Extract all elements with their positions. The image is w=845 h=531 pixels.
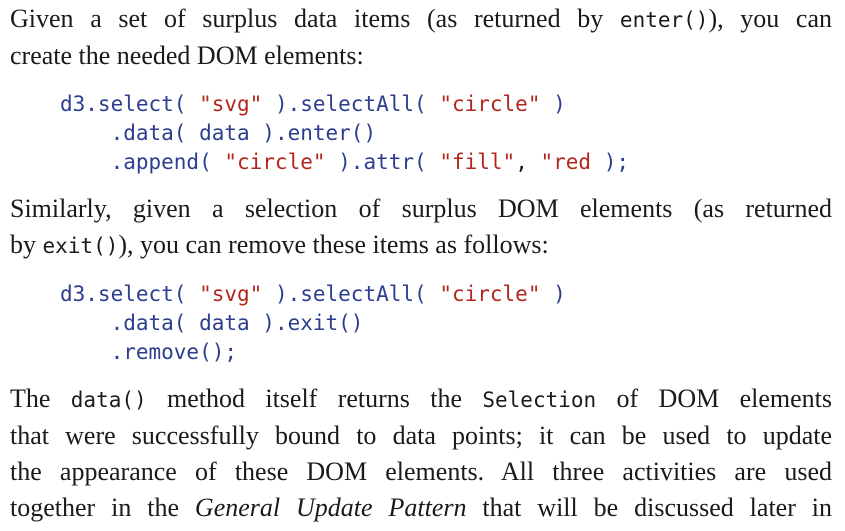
text-run: of DOM elements [596,384,832,413]
code-token: .data( [60,311,200,335]
code-token: ).selectAll( [274,282,427,306]
inline-code: exit() [42,234,119,258]
text-run: that will be discussed later in [466,493,832,522]
paragraph-line: that were successfully bound to data poi… [10,421,832,450]
code-token: "svg" [186,282,275,306]
text-run: ), you can [708,4,832,33]
paragraph-line: the appearance of these DOM elements. Al… [10,457,832,486]
paragraph-line: together in the General Update Pattern t… [10,490,832,526]
code-token: ).enter() [249,121,377,145]
code-token: data [199,121,250,145]
code-token: .append( [60,150,212,174]
code-block-exit: d3.select( "svg" ).selectAll( "circle" )… [10,280,832,367]
code-token: ) [553,282,566,306]
code-token: d3.select( [60,282,187,306]
text-run: by [10,230,43,259]
code-token: .data( [60,121,200,145]
code-token: ) [553,92,566,116]
inline-code: data() [70,388,147,412]
code-block-enter: d3.select( "svg" ).selectAll( "circle" )… [10,90,832,177]
code-token: .remove(); [60,340,238,364]
inline-code: Selection [482,388,597,412]
paragraph-line: by exit()), you can remove these items a… [10,227,832,264]
code-token: "red [540,150,592,174]
document-page: Given a set of surplus data items (as re… [10,0,832,526]
paragraph-data-method: The data() method itself returns the Sel… [10,381,832,526]
paragraph-line: Similarly, given a selection of surplus … [10,194,832,223]
code-token: "circle" [211,150,339,174]
code-token: data [199,311,250,335]
code-token: ); [591,150,629,174]
inline-code: enter() [619,8,709,32]
code-token: "circle" [426,282,554,306]
paragraph-line: Given a set of surplus data items (as re… [10,1,832,38]
code-token: "svg" [186,92,275,116]
code-token: d3.select( [60,92,187,116]
code-token: ).attr( [338,150,427,174]
text-run: method itself returns the [146,384,483,413]
paragraph-line: create the needed DOM elements: [10,41,364,70]
emphasis-text: General Update Pattern [194,493,467,522]
text-run: together in the [10,493,195,522]
code-token: ).exit() [249,311,364,335]
code-token: "fill" [426,150,516,174]
code-token: ).selectAll( [274,92,427,116]
paragraph-exit: Similarly, given a selection of surplus … [10,191,832,264]
text-run: Given a set of surplus data items (as re… [10,4,620,33]
code-token: "circle" [426,92,554,116]
code-token: , [515,150,541,174]
text-run: ), you can remove these items as follows… [118,230,549,259]
paragraph-enter: Given a set of surplus data items (as re… [10,1,832,74]
paragraph-line: The data() method itself returns the Sel… [10,381,832,418]
text-run: The [10,384,71,413]
